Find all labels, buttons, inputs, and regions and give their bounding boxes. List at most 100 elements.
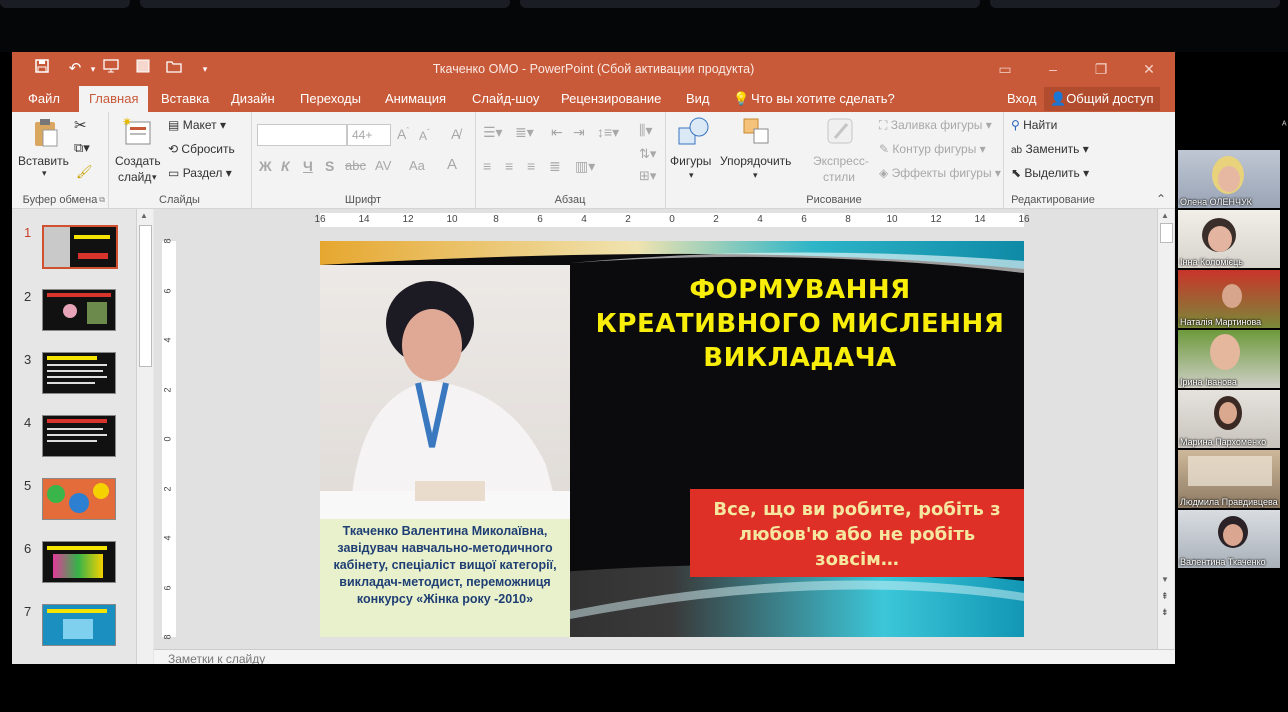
layout-button[interactable]: ▤ Макет ▾ <box>168 118 226 132</box>
shapes-dropdown-icon[interactable]: ▾ <box>689 170 694 181</box>
next-slide-icon[interactable]: ⇟ <box>1161 607 1169 618</box>
close-icon[interactable]: ✕ <box>1132 58 1166 80</box>
tab-file[interactable]: Файл <box>28 91 60 106</box>
bullets-icon[interactable]: ☰▾ <box>483 124 503 141</box>
quick-styles-label-2[interactable]: стили <box>823 170 855 184</box>
tab-transitions[interactable]: Переходы <box>300 91 361 106</box>
replace-button[interactable]: ab Заменить ▾ <box>1011 142 1089 156</box>
decrease-indent-icon[interactable]: ⇤ <box>551 124 563 141</box>
section-button[interactable]: ▭ Раздел ▾ <box>168 166 232 180</box>
tell-me-input[interactable]: Что вы хотите сделать? <box>751 91 895 106</box>
align-right-icon[interactable]: ≡ <box>527 158 535 174</box>
strikethrough-icon[interactable]: abc <box>345 158 366 173</box>
participant-tile[interactable]: Олена ОЛЕНЧУК <box>1178 150 1280 208</box>
text-direction-icon[interactable]: ⇅▾ <box>639 146 656 162</box>
tab-design[interactable]: Дизайн <box>231 91 275 106</box>
quick-styles-label[interactable]: Экспресс- <box>813 154 869 168</box>
scroll-up-icon[interactable]: ▲ <box>1161 211 1169 220</box>
align-center-icon[interactable]: ≡ <box>505 158 513 174</box>
format-painter-icon[interactable]: 🖌 <box>76 164 93 180</box>
increase-indent-icon[interactable]: ⇥ <box>573 124 585 141</box>
italic-button[interactable]: К <box>281 158 290 174</box>
scroll-up-icon[interactable]: ▲ <box>140 211 148 220</box>
tab-view[interactable]: Вид <box>686 91 710 106</box>
justify-icon[interactable]: ≣ <box>549 158 561 175</box>
shape-fill-button[interactable]: ⛶ Заливка фигуры ▾ <box>879 118 992 133</box>
find-button[interactable]: ⚲ Найти <box>1011 118 1057 132</box>
slide-thumbnail-1[interactable] <box>42 225 118 269</box>
tab-review[interactable]: Рецензирование <box>561 91 661 106</box>
participant-tile[interactable]: Людмила Правдивцева <box>1178 450 1280 508</box>
slide-thumbnail-3[interactable] <box>42 352 116 394</box>
font-name-input[interactable] <box>257 124 347 146</box>
shapes-icon[interactable] <box>677 116 709 145</box>
arrange-dropdown-icon[interactable]: ▾ <box>753 170 758 181</box>
participant-tile[interactable]: Валентина Ткаченко <box>1178 510 1280 568</box>
paste-button[interactable]: Вставить <box>18 154 69 168</box>
column-layout-icon[interactable]: ▥▾ <box>575 158 595 175</box>
participant-tile[interactable]: Інна Коломієць <box>1178 210 1280 268</box>
slide-scrollbar[interactable]: ▲ ▼ ⇞ ⇟ <box>1157 209 1174 649</box>
layout-label: Макет <box>182 118 217 132</box>
slide-thumbnail-2[interactable] <box>42 289 116 331</box>
slide-thumbnail-4[interactable] <box>42 415 116 457</box>
tab-animations[interactable]: Анимация <box>385 91 446 106</box>
sign-in-link[interactable]: Вход <box>1007 91 1036 106</box>
shape-outline-button[interactable]: ✎ Контур фигуры ▾ <box>879 142 986 156</box>
paste-dropdown-icon[interactable]: ▾ <box>42 168 47 179</box>
new-slide-dropdown-icon[interactable]: ▾ <box>152 172 157 183</box>
slide-thumbnail-5[interactable] <box>42 478 116 520</box>
char-spacing-button[interactable]: AV <box>375 158 391 173</box>
cut-icon[interactable]: ✂ <box>74 116 87 134</box>
shrink-font-icon[interactable]: Aˇ <box>419 128 430 143</box>
quick-styles-icon[interactable] <box>825 116 853 144</box>
change-case-button[interactable]: Aa <box>409 158 425 173</box>
previous-slide-icon[interactable]: ⇞ <box>1161 591 1169 602</box>
thumbnails-scrollbar[interactable]: ▲ <box>136 209 153 664</box>
current-slide[interactable]: Ткаченко Валентина Миколаївна, завідувач… <box>320 241 1024 637</box>
tab-insert[interactable]: Вставка <box>161 91 209 106</box>
numbering-icon[interactable]: ≣▾ <box>515 124 534 141</box>
ribbon-display-icon[interactable]: ▭ <box>988 58 1022 80</box>
clipboard-launcher-icon[interactable]: ⧉ <box>99 195 105 205</box>
tab-home[interactable]: Главная <box>79 86 149 112</box>
tab-slideshow[interactable]: Слайд-шоу <box>472 91 539 106</box>
select-button[interactable]: ⬉ Выделить ▾ <box>1011 166 1089 180</box>
bold-button[interactable]: Ж <box>259 158 272 174</box>
grow-font-icon[interactable]: Aˆ <box>397 126 409 142</box>
notes-pane[interactable]: Заметки к слайду <box>154 649 1175 664</box>
slide-thumbnail-7[interactable] <box>42 604 116 646</box>
clear-formatting-icon[interactable]: A̸ <box>451 126 460 142</box>
reset-button[interactable]: ⟲ Сбросить <box>168 142 235 156</box>
participant-tile[interactable]: Наталія Мартинова <box>1178 270 1280 328</box>
participant-tile[interactable]: Марина Пархоменко <box>1178 390 1280 448</box>
slide-thumbnail-6[interactable] <box>42 541 116 583</box>
thumbnails-scroll-thumb[interactable] <box>139 225 152 367</box>
new-slide-big-icon[interactable]: ✷ <box>122 115 151 145</box>
align-left-icon[interactable]: ≡ <box>483 158 491 174</box>
font-size-input[interactable]: 44+ <box>347 124 391 146</box>
participant-tile[interactable]: Ірина Іванова <box>1178 330 1280 388</box>
shadow-button[interactable]: S <box>325 158 334 174</box>
new-slide-label[interactable]: Создать <box>115 154 161 168</box>
underline-button[interactable]: Ч <box>303 158 313 174</box>
paste-icon[interactable] <box>32 118 60 147</box>
maximize-icon[interactable]: ❐ <box>1084 58 1118 80</box>
shape-effects-button[interactable]: ◈ Эффекты фигуры ▾ <box>879 166 1001 180</box>
arrange-label[interactable]: Упорядочить <box>720 154 791 168</box>
line-spacing-icon[interactable]: ↕≡▾ <box>597 124 619 141</box>
new-slide-label-2[interactable]: слайд <box>118 170 151 184</box>
share-button[interactable]: 👤Общий доступ <box>1044 87 1160 111</box>
font-color-button[interactable]: A <box>447 156 457 173</box>
minimize-icon[interactable]: – <box>1036 58 1070 80</box>
participant-name: Олена ОЛЕНЧУК <box>1180 197 1252 207</box>
arrange-icon[interactable] <box>741 116 769 144</box>
scroll-down-icon[interactable]: ▼ <box>1161 575 1169 584</box>
slide-scroll-thumb[interactable] <box>1160 223 1173 243</box>
shapes-label[interactable]: Фигуры <box>670 154 711 168</box>
columns-icon[interactable]: ⫼▾ <box>639 122 652 139</box>
ruler-tick-label: 2 <box>162 386 173 393</box>
copy-icon[interactable]: ⧉▾ <box>74 140 90 156</box>
smartart-icon[interactable]: ⊞▾ <box>639 168 656 184</box>
collapse-ribbon-icon[interactable]: ⌃ <box>1156 192 1166 206</box>
